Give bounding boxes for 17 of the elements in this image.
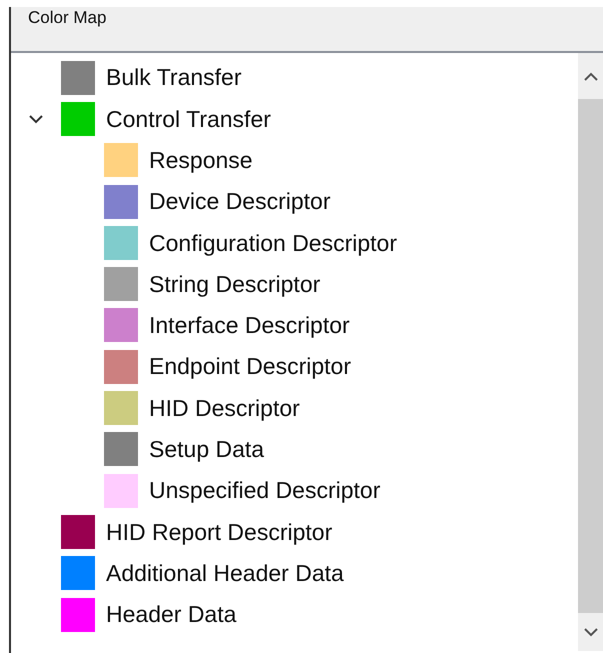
tree-item-label[interactable]: Unspecified Descriptor <box>149 473 380 508</box>
tree-item-label[interactable]: Response <box>149 142 253 178</box>
tree-item-label[interactable]: Device Descriptor <box>149 184 330 219</box>
tree-item-label[interactable]: HID Descriptor <box>149 390 300 426</box>
panel-title: Color Map <box>28 7 106 29</box>
tree-item-label[interactable]: Interface Descriptor <box>149 308 350 343</box>
tree-item-label[interactable]: Header Data <box>106 597 236 632</box>
tree-item-label[interactable]: String Descriptor <box>149 266 320 302</box>
tree-item-label[interactable]: Setup Data <box>149 432 264 467</box>
tree-item-label[interactable]: HID Report Descriptor <box>106 514 332 550</box>
tree-item-label[interactable]: Bulk Transfer <box>106 60 242 95</box>
tree-item-label[interactable]: Endpoint Descriptor <box>149 349 351 384</box>
scroll-down-icon[interactable] <box>584 628 598 636</box>
tree-item-label[interactable]: Additional Header Data <box>106 556 344 590</box>
tree-item-label[interactable]: Control Transfer <box>106 102 271 136</box>
tree-item-label[interactable]: Configuration Descriptor <box>149 226 398 260</box>
scroll-up-icon[interactable] <box>584 72 598 80</box>
